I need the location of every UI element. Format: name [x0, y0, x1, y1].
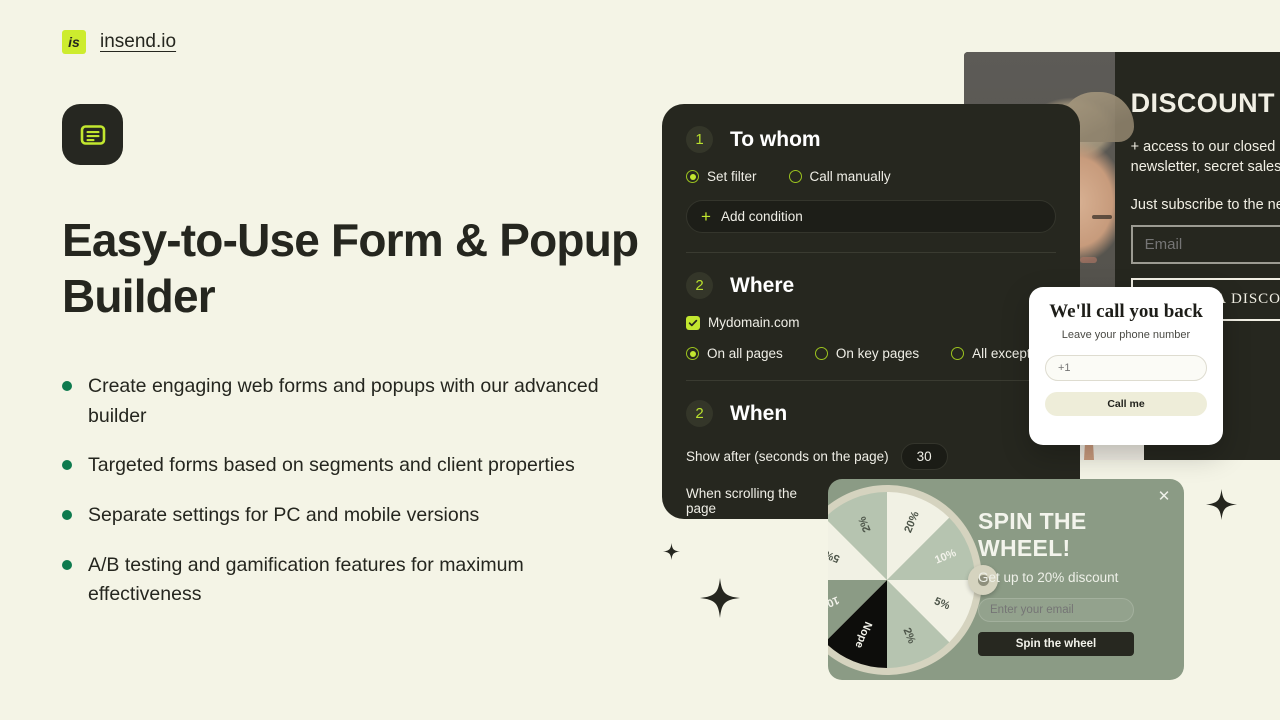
- bullet-dot-icon: [62, 509, 72, 520]
- callback-subtitle: Leave your phone number: [1061, 329, 1191, 341]
- discount-subtitle: + access to our closed newsletter, secre…: [1130, 139, 1280, 175]
- call-me-button[interactable]: Call me: [1045, 392, 1207, 416]
- radio-call-manually[interactable]: Call manually: [788, 169, 891, 184]
- section-title: When: [730, 401, 788, 425]
- brand-name-link[interactable]: insend.io: [100, 31, 176, 53]
- popup-settings-panel: 1 To whom Set filter Call manually + Add…: [662, 104, 1080, 519]
- radio-label: On all pages: [707, 346, 783, 361]
- spin-the-wheel-button[interactable]: Spin the wheel: [978, 632, 1134, 656]
- spin-wheel-popup: ✕ 20% 10% 5% 2% Nope 10% 5% 2% SPIN THE …: [828, 479, 1184, 680]
- list-item-label: Separate settings for PC and mobile vers…: [88, 503, 480, 526]
- plus-icon: +: [701, 207, 711, 226]
- feature-list: Create engaging web forms and popups wit…: [62, 372, 632, 610]
- list-item: Targeted forms based on segments and cli…: [62, 451, 632, 481]
- prize-wheel[interactable]: 20% 10% 5% 2% Nope 10% 5% 2%: [828, 483, 998, 677]
- sparkle-large-left-icon: [700, 578, 740, 618]
- list-item: A/B testing and gamification features fo…: [62, 551, 632, 610]
- section-title: Where: [730, 273, 795, 297]
- checkmark-icon: [686, 315, 700, 330]
- form-document-icon: [79, 121, 107, 149]
- photo-lips: [1080, 257, 1097, 263]
- bullet-dot-icon: [62, 559, 72, 570]
- checkbox-mydomain[interactable]: Mydomain.com: [686, 315, 800, 330]
- discount-note: Just subscribe to the newsletter: [1130, 197, 1280, 213]
- discount-email-input[interactable]: [1130, 225, 1280, 264]
- insend-logo-mark: is: [62, 30, 86, 54]
- scroll-label: When scrolling the page: [686, 486, 798, 516]
- brand-logo[interactable]: is insend.io: [62, 30, 176, 54]
- photo-eye-right: [1092, 215, 1112, 219]
- radio-label: Set filter: [707, 169, 757, 184]
- callback-title: We'll call you back: [1049, 301, 1203, 322]
- radio-icon: [686, 347, 699, 360]
- step-number: 2: [686, 400, 713, 427]
- show-after-input[interactable]: 30: [900, 443, 948, 470]
- bullet-dot-icon: [62, 460, 72, 471]
- radio-icon: [686, 170, 699, 183]
- section-to-whom: 1 To whom Set filter Call manually + Add…: [686, 126, 1056, 233]
- step-number: 1: [686, 126, 713, 153]
- spin-title: SPIN THE WHEEL!: [978, 508, 1087, 561]
- radio-label: On key pages: [835, 346, 920, 361]
- section-title: To whom: [730, 127, 821, 151]
- spin-email-input[interactable]: [978, 598, 1134, 622]
- sparkle-small-left-icon: [663, 543, 680, 560]
- feature-badge: [62, 104, 123, 165]
- radio-on-all-pages[interactable]: On all pages: [686, 346, 783, 361]
- list-item: Separate settings for PC and mobile vers…: [62, 501, 632, 531]
- list-item: Create engaging web forms and popups wit…: [62, 372, 632, 431]
- list-item-label: A/B testing and gamification features fo…: [88, 553, 524, 606]
- radio-icon: [814, 347, 828, 360]
- radio-on-key-pages[interactable]: On key pages: [814, 346, 920, 361]
- radio-icon: [951, 347, 965, 360]
- bullet-dot-icon: [62, 381, 72, 391]
- add-condition-label: Add condition: [720, 209, 803, 224]
- wheel-graphic: 20% 10% 5% 2% Nope 10% 5% 2%: [828, 485, 982, 675]
- radio-set-filter[interactable]: Set filter: [686, 169, 757, 184]
- radio-icon: [788, 170, 802, 183]
- radio-label: Call manually: [809, 169, 891, 184]
- discount-title: DISCOUNT 20%: [1130, 88, 1280, 118]
- step-number: 2: [686, 272, 713, 299]
- spin-subtitle: Get up to 20% discount: [978, 570, 1119, 585]
- sparkle-right-icon: [1206, 489, 1237, 520]
- page-title: Easy-to-Use Form & Popup Builder: [62, 214, 639, 323]
- add-condition-button[interactable]: + Add condition: [686, 200, 1056, 233]
- list-item-label: Targeted forms based on segments and cli…: [88, 454, 575, 477]
- list-item-label: Create engaging web forms and popups wit…: [88, 375, 599, 427]
- callback-phone-input[interactable]: [1045, 355, 1207, 381]
- callback-popup-preview: We'll call you back Leave your phone num…: [1029, 287, 1223, 445]
- show-after-label: Show after (seconds on the page): [686, 449, 889, 464]
- domain-label: Mydomain.com: [708, 315, 800, 330]
- section-where: 2 Where Mydomain.com On all pages On key…: [686, 253, 1080, 361]
